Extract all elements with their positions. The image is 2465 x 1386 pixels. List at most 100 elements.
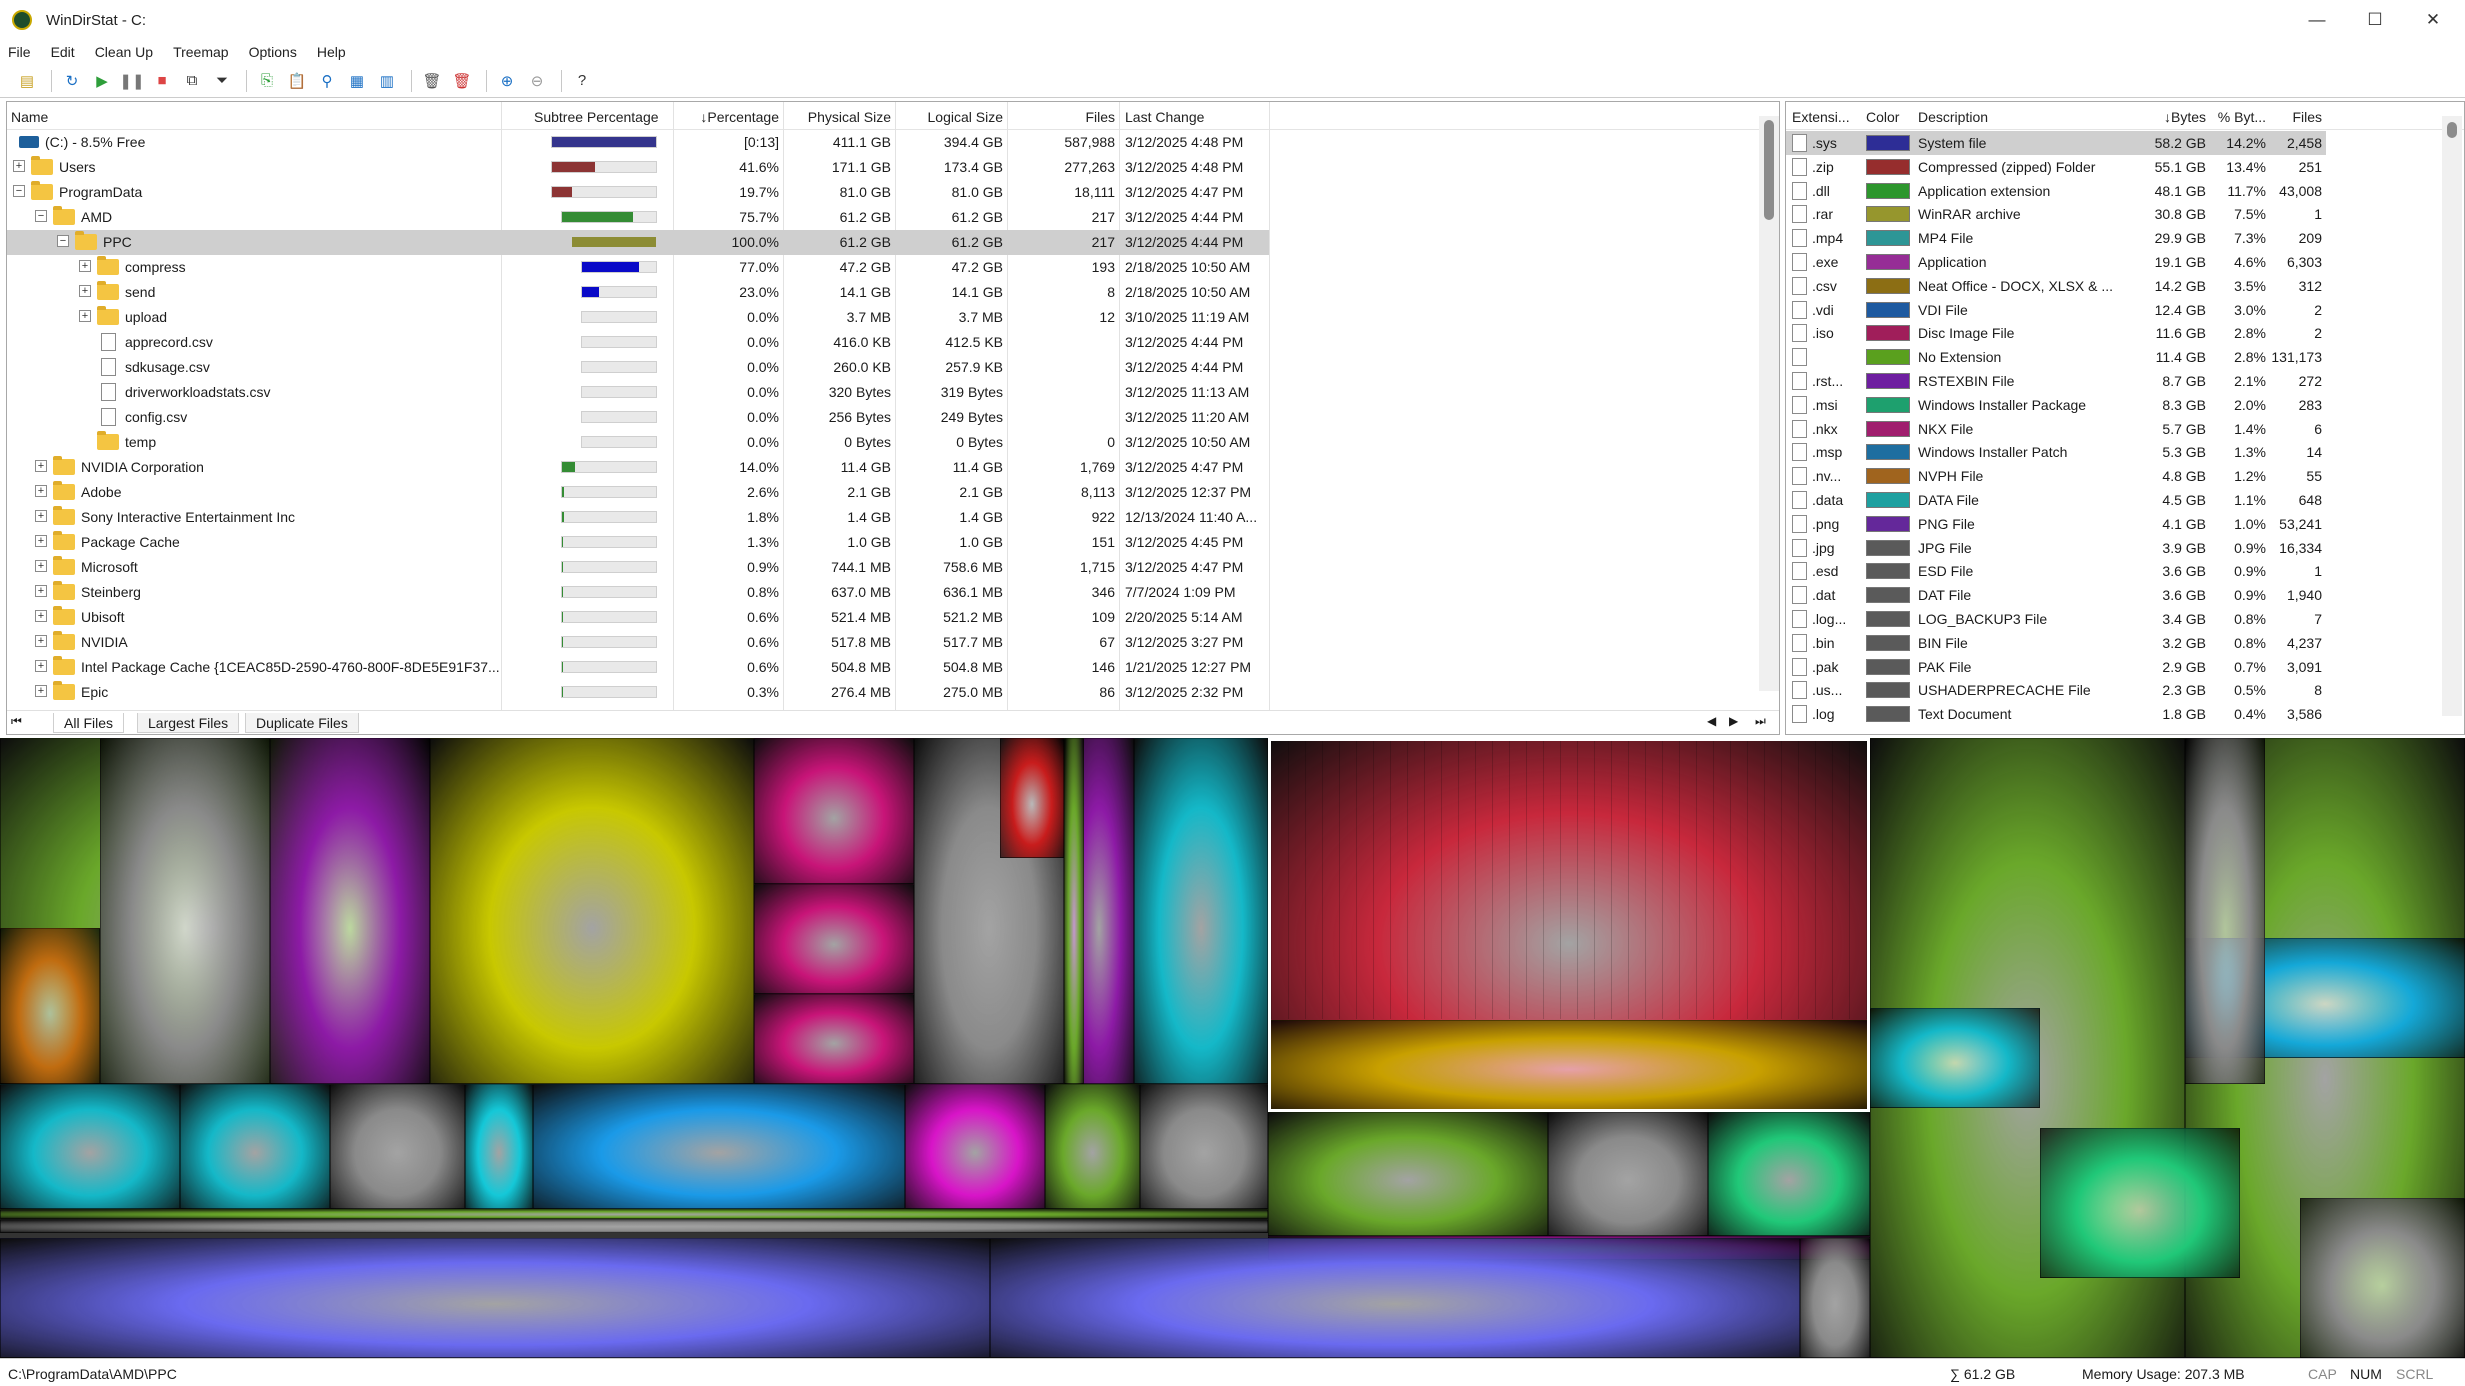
- tree-row[interactable]: + Adobe 2.6% 2.1 GB 2.1 GB 8,113 3/12/2025 12:…: [7, 480, 1269, 505]
- extension-row[interactable]: .png PNG File 4.1 GB 1.0% 53,241: [1786, 512, 2326, 536]
- extension-row[interactable]: .nv... NVPH File 4.8 GB 1.2% 55: [1786, 464, 2326, 488]
- treemap-cell[interactable]: [2040, 1128, 2240, 1278]
- treemap-cell[interactable]: [990, 1238, 1800, 1358]
- expand-icon[interactable]: +: [35, 685, 47, 697]
- tree-row[interactable]: − AMD 75.7% 61.2 GB 61.2 GB 217 3/12/2025 4:44…: [7, 205, 1269, 230]
- extension-row[interactable]: .sys System file 58.2 GB 14.2% 2,458: [1786, 131, 2326, 155]
- tab-scroll-left-icon[interactable]: ◀: [1707, 714, 1716, 728]
- tree-row[interactable]: + NVIDIA Corporation 14.0% 11.4 GB 11.4 GB 1,…: [7, 455, 1269, 480]
- tab-largest-files[interactable]: Largest Files: [137, 713, 240, 733]
- extension-row[interactable]: .mp4 MP4 File 29.9 GB 7.3% 209: [1786, 226, 2326, 250]
- tree-row[interactable]: + Package Cache 1.3% 1.0 GB 1.0 GB 151 3/12/20…: [7, 530, 1269, 555]
- extension-row[interactable]: .zip Compressed (zipped) Folder 55.1 GB 13.…: [1786, 155, 2326, 179]
- column-header-logical-size[interactable]: Logical Size: [899, 109, 1004, 125]
- extension-row[interactable]: .nkx NKX File 5.7 GB 1.4% 6: [1786, 417, 2326, 441]
- treemap-cell[interactable]: [180, 1084, 330, 1209]
- extension-row[interactable]: .data DATA File 4.5 GB 1.1% 648: [1786, 488, 2326, 512]
- expand-icon[interactable]: +: [35, 485, 47, 497]
- extension-scrollbar[interactable]: [2442, 116, 2462, 716]
- zoom-out-icon[interactable]: ⊖: [524, 68, 550, 94]
- extension-row[interactable]: .esd ESD File 3.6 GB 0.9% 1: [1786, 559, 2326, 583]
- expand-icon[interactable]: +: [35, 460, 47, 472]
- treemap-cell[interactable]: [1708, 1112, 1870, 1236]
- column-header-physical-size[interactable]: Physical Size: [787, 109, 891, 125]
- tree-row[interactable]: driverworkloadstats.csv 0.0% 320 Bytes 319 …: [7, 380, 1269, 405]
- treemap-cell[interactable]: [1000, 738, 1064, 858]
- tree-row[interactable]: config.csv 0.0% 256 Bytes 249 Bytes 3/12/202…: [7, 405, 1269, 430]
- column-header-bytes[interactable]: ↓Bytes: [2126, 109, 2206, 125]
- column-header-description[interactable]: Description: [1918, 109, 1988, 125]
- extension-row[interactable]: .us... USHADERPRECACHE File 2.3 GB 0.5% 8: [1786, 678, 2326, 702]
- extension-row[interactable]: .log Text Document 1.8 GB 0.4% 3,586: [1786, 702, 2326, 726]
- treemap-cell[interactable]: [905, 1084, 1045, 1209]
- menu-edit[interactable]: Edit: [51, 44, 75, 60]
- column-header-name[interactable]: Name: [11, 109, 48, 125]
- treemap-cell[interactable]: [1064, 738, 1084, 1084]
- menu-treemap[interactable]: Treemap: [173, 44, 229, 60]
- pause-icon[interactable]: ❚❚: [119, 68, 145, 94]
- extension-row[interactable]: .exe Application 19.1 GB 4.6% 6,303: [1786, 250, 2326, 274]
- help-icon[interactable]: ?: [569, 68, 595, 94]
- treemap-cell[interactable]: [1140, 1084, 1268, 1209]
- treemap-cell[interactable]: [0, 1238, 990, 1358]
- treemap-cell[interactable]: [1870, 1008, 2040, 1108]
- tree-row[interactable]: + Epic 0.3% 276.4 MB 275.0 MB 86 3/12/2025 2:3…: [7, 680, 1269, 705]
- treemap-cell[interactable]: [2300, 1198, 2465, 1358]
- stop-icon[interactable]: ■: [149, 68, 175, 94]
- column-header-subtree[interactable]: Subtree Percentage: [534, 109, 659, 125]
- treemap-cell[interactable]: [0, 1209, 1268, 1219]
- treemap-view[interactable]: [0, 738, 2465, 1358]
- treemap-cell[interactable]: [1268, 1112, 1548, 1236]
- extension-row[interactable]: .msp Windows Installer Patch 5.3 GB 1.3% 14: [1786, 440, 2326, 464]
- treemap-cell[interactable]: [1548, 1112, 1708, 1236]
- expand-icon[interactable]: +: [35, 510, 47, 522]
- tree-row[interactable]: + Intel Package Cache {1CEAC85D-2590-4760…: [7, 655, 1269, 680]
- treemap-cell[interactable]: [100, 738, 270, 1084]
- treemap-cell[interactable]: [1045, 1084, 1140, 1209]
- column-header-extension[interactable]: Extensi...: [1792, 109, 1850, 125]
- expand-icon[interactable]: +: [79, 285, 91, 297]
- copy-path-icon[interactable]: ⧉: [179, 68, 205, 94]
- tree-row[interactable]: + compress 77.0% 47.2 GB 47.2 GB 193 2/18/2025…: [7, 255, 1269, 280]
- extension-row[interactable]: .rar WinRAR archive 30.8 GB 7.5% 1: [1786, 202, 2326, 226]
- menu-help[interactable]: Help: [317, 44, 346, 60]
- treemap-cell[interactable]: [533, 1084, 905, 1209]
- open-icon[interactable]: ▤: [14, 68, 40, 94]
- tree-scrollbar[interactable]: [1759, 116, 1779, 691]
- extension-row[interactable]: .bin BIN File 3.2 GB 0.8% 4,237: [1786, 631, 2326, 655]
- expand-icon[interactable]: +: [35, 560, 47, 572]
- zoom-in-icon[interactable]: ⊕: [494, 68, 520, 94]
- treemap-cell[interactable]: [0, 1219, 1268, 1233]
- tree-row[interactable]: − ProgramData 19.7% 81.0 GB 81.0 GB 18,111 3/1…: [7, 180, 1269, 205]
- treemap-cell[interactable]: [0, 1084, 180, 1209]
- expand-icon[interactable]: +: [35, 535, 47, 547]
- new-doc-icon[interactable]: ⎘: [254, 68, 280, 94]
- extension-row[interactable]: .csv Neat Office - DOCX, XLSX & ... 14.2 G…: [1786, 274, 2326, 298]
- extension-row[interactable]: .dll Application extension 48.1 GB 11.7% 43,…: [1786, 179, 2326, 203]
- column-header-ext-files[interactable]: Files: [2270, 109, 2322, 125]
- delete-permanent-icon[interactable]: 🗑: [449, 68, 475, 94]
- tab-scroll-last-icon[interactable]: ⏭: [1755, 714, 1766, 729]
- extension-scroll-thumb[interactable]: [2447, 122, 2457, 138]
- tree-row[interactable]: + Users 41.6% 171.1 GB 173.4 GB 277,263 3/12/2…: [7, 155, 1269, 180]
- tree-row[interactable]: temp 0.0% 0 Bytes 0 Bytes 0 3/12/2025 10:50 A…: [7, 430, 1269, 455]
- treemap-cell[interactable]: [430, 738, 754, 1084]
- column-header-files[interactable]: Files: [1011, 109, 1115, 125]
- collapse-icon[interactable]: −: [57, 235, 69, 247]
- tab-scroll-right-icon[interactable]: ▶: [1729, 714, 1738, 728]
- maximize-icon[interactable]: ☐: [2346, 0, 2404, 40]
- tree-row[interactable]: + NVIDIA 0.6% 517.8 MB 517.7 MB 67 3/12/2025 3…: [7, 630, 1269, 655]
- expand-icon[interactable]: +: [35, 660, 47, 672]
- column-header-bytes-percent[interactable]: % Byt...: [2210, 109, 2266, 125]
- collapse-icon[interactable]: −: [35, 210, 47, 222]
- delete-icon[interactable]: 🗑: [419, 68, 445, 94]
- tree-row[interactable]: + Ubisoft 0.6% 521.4 MB 521.2 MB 109 2/20/2025…: [7, 605, 1269, 630]
- menu-options[interactable]: Options: [249, 44, 297, 60]
- extension-row[interactable]: .dat DAT File 3.6 GB 0.9% 1,940: [1786, 583, 2326, 607]
- treemap-cell[interactable]: [330, 1084, 465, 1209]
- play-icon[interactable]: ▶: [89, 68, 115, 94]
- expand-icon[interactable]: +: [35, 635, 47, 647]
- properties-icon[interactable]: ▦: [344, 68, 370, 94]
- expand-icon[interactable]: +: [35, 585, 47, 597]
- tree-row[interactable]: apprecord.csv 0.0% 416.0 KB 412.5 KB 3/12/20…: [7, 330, 1269, 355]
